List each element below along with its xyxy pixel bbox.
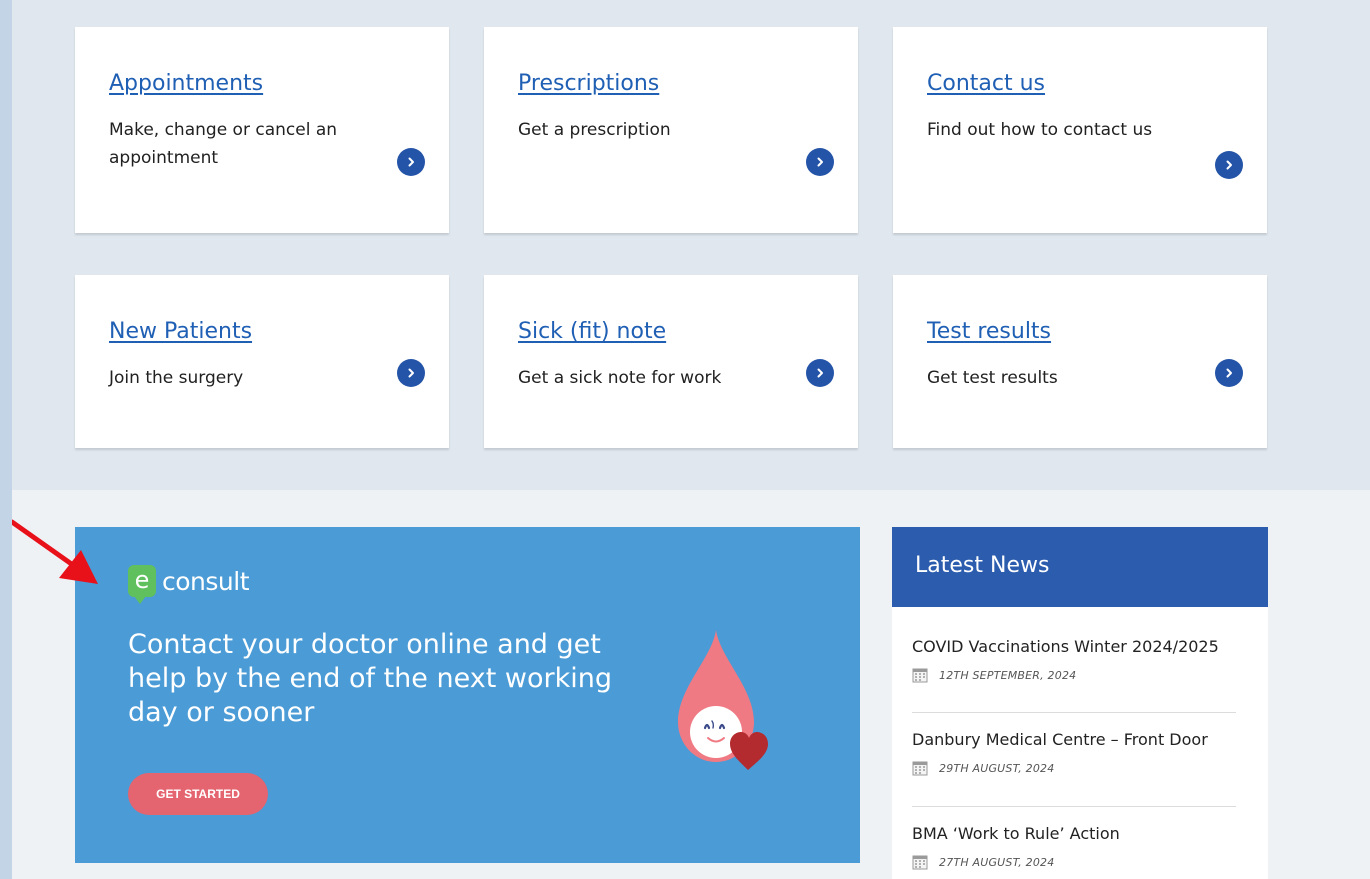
tile-contact-us[interactable]: Contact us Find out how to contact us xyxy=(893,27,1267,233)
news-item-link[interactable]: COVID Vaccinations Winter 2024/2025 xyxy=(912,637,1232,656)
news-item-date: 29TH AUGUST, 2024 xyxy=(939,761,1055,775)
red-arrow-icon xyxy=(12,519,98,584)
news-item: Danbury Medical Centre – Front Door 29TH… xyxy=(912,730,1232,776)
page: Appointments Make, change or cancel an a… xyxy=(12,0,1370,879)
tile-desc-prescriptions: Get a prescription xyxy=(518,120,671,140)
econsult-logo: e consult xyxy=(128,561,250,604)
tile-desc-sick-note: Get a sick note for work xyxy=(518,368,722,388)
calendar-icon xyxy=(912,855,928,870)
calendar-icon xyxy=(912,761,928,776)
news-divider xyxy=(912,712,1236,713)
tile-new-patients[interactable]: New Patients Join the surgery xyxy=(75,275,449,448)
news-item: COVID Vaccinations Winter 2024/2025 12TH… xyxy=(912,637,1232,683)
news-divider xyxy=(912,806,1236,807)
chevron-right-circle-icon[interactable] xyxy=(1215,151,1243,179)
news-item-date: 27TH AUGUST, 2024 xyxy=(939,855,1055,869)
latest-news-title: Latest News xyxy=(915,553,1050,578)
tile-appointments[interactable]: Appointments Make, change or cancel an a… xyxy=(75,27,449,233)
tile-title-contact-us[interactable]: Contact us xyxy=(927,71,1045,96)
news-item-link[interactable]: BMA ‘Work to Rule’ Action xyxy=(912,824,1232,843)
news-item-link[interactable]: Danbury Medical Centre – Front Door xyxy=(912,730,1232,749)
get-started-button[interactable]: GET STARTED xyxy=(128,773,268,815)
tile-sick-note[interactable]: Sick (fit) note Get a sick note for work xyxy=(484,275,858,448)
chevron-right-circle-icon[interactable] xyxy=(397,148,425,176)
econsult-headline: Contact your doctor online and get help … xyxy=(128,629,612,728)
tile-desc-new-patients: Join the surgery xyxy=(109,368,244,388)
tile-desc-contact-us: Find out how to contact us xyxy=(927,120,1153,140)
econsult-logo-text: consult xyxy=(162,566,250,596)
tile-desc-test-results: Get test results xyxy=(927,368,1058,388)
latest-news-header: Latest News xyxy=(892,527,1268,607)
tile-title-prescriptions[interactable]: Prescriptions xyxy=(518,71,659,96)
chevron-right-circle-icon[interactable] xyxy=(806,359,834,387)
econsult-banner[interactable]: e consult Contact your doctor online and… xyxy=(75,527,860,863)
econsult-logo-mark: e xyxy=(128,565,156,604)
chevron-right-circle-icon[interactable] xyxy=(806,148,834,176)
tile-title-sick-note[interactable]: Sick (fit) note xyxy=(518,319,666,344)
tile-desc-appointments: Make, change or cancel an appointment xyxy=(109,120,338,168)
services-section: Appointments Make, change or cancel an a… xyxy=(12,0,1370,490)
blood-drop-heart-icon xyxy=(678,630,768,770)
tile-title-test-results[interactable]: Test results xyxy=(927,319,1051,344)
latest-news-panel: Latest News COVID Vaccinations Winter 20… xyxy=(892,527,1268,879)
tile-title-appointments[interactable]: Appointments xyxy=(109,71,263,96)
news-item: BMA ‘Work to Rule’ Action 27TH AUGUST, 2… xyxy=(912,824,1232,870)
tile-title-new-patients[interactable]: New Patients xyxy=(109,319,252,344)
tile-prescriptions[interactable]: Prescriptions Get a prescription xyxy=(484,27,858,233)
tile-test-results[interactable]: Test results Get test results xyxy=(893,275,1267,448)
news-item-date: 12TH SEPTEMBER, 2024 xyxy=(939,668,1077,682)
calendar-icon xyxy=(912,668,928,683)
chevron-right-circle-icon[interactable] xyxy=(1215,359,1243,387)
chevron-right-circle-icon[interactable] xyxy=(397,359,425,387)
